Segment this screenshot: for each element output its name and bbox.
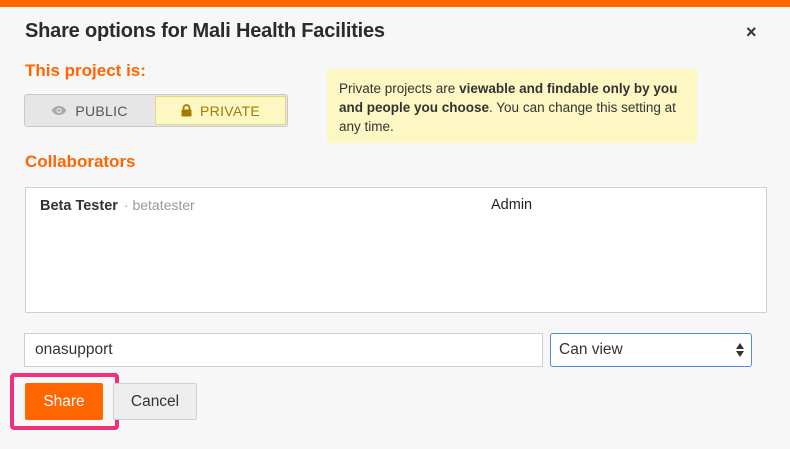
privacy-toggle: PUBLIC PRIVATE — [24, 94, 288, 127]
public-option[interactable]: PUBLIC — [25, 95, 154, 126]
close-icon[interactable]: × — [746, 23, 757, 41]
collaborator-row: Beta Tester · betatester Admin — [40, 197, 740, 217]
collaborator-name: Beta Tester — [40, 198, 118, 214]
collaborator-role: Admin — [491, 197, 533, 213]
private-option[interactable]: PRIVATE — [155, 96, 286, 125]
cancel-button[interactable]: Cancel — [113, 383, 197, 420]
select-arrows-icon — [736, 343, 744, 357]
lock-icon — [181, 104, 192, 117]
top-accent-bar — [0, 0, 790, 7]
eye-icon — [51, 105, 67, 116]
private-option-label: PRIVATE — [200, 102, 260, 119]
permission-select-value: Can view — [559, 341, 623, 358]
public-option-label: PUBLIC — [75, 102, 128, 119]
collaborator-username: · betatester — [123, 197, 195, 213]
username-input[interactable] — [24, 333, 543, 367]
collaborators-list: Beta Tester · betatester Admin — [25, 187, 767, 313]
share-button[interactable]: Share — [25, 383, 103, 420]
dialog-title: Share options for Mali Health Facilities — [25, 20, 385, 42]
permission-select[interactable]: Can view — [550, 333, 752, 367]
privacy-label: This project is: — [25, 61, 146, 80]
info-text-prefix: Private projects are — [339, 81, 460, 96]
collaborators-label: Collaborators — [25, 152, 136, 171]
privacy-info-box: Private projects are viewable and findab… — [327, 69, 697, 143]
